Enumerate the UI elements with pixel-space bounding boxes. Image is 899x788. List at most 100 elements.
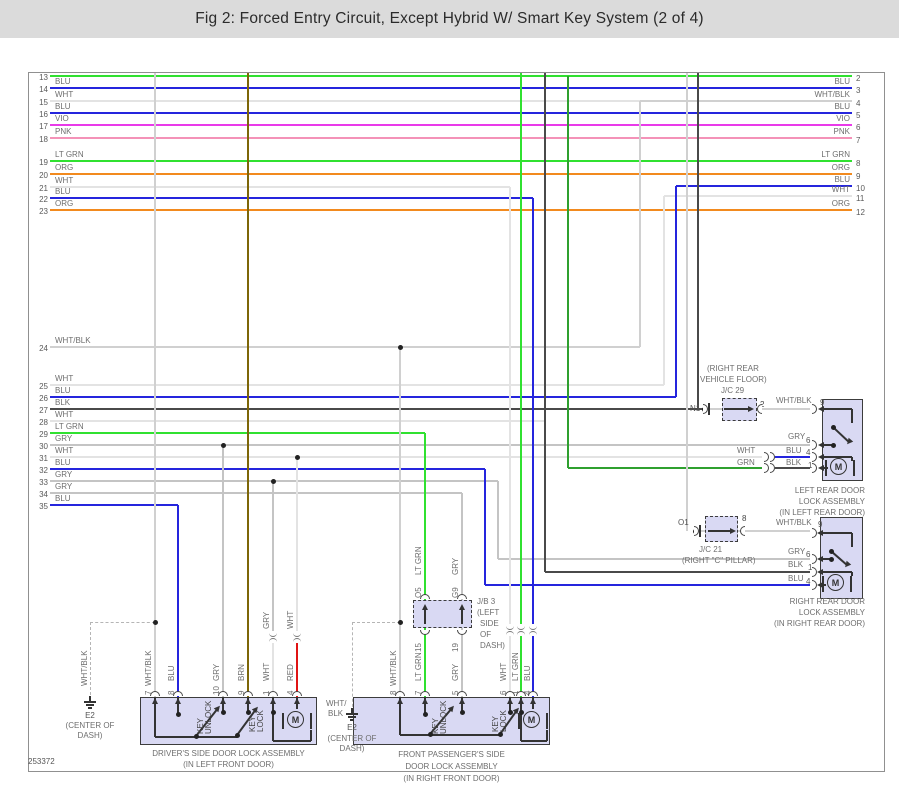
diagram-reference-number: 253372: [28, 757, 55, 766]
pin-arrow: [529, 698, 536, 704]
pin-arrow: [818, 405, 824, 412]
wire-color-label: GRY: [55, 434, 73, 443]
pin-arrow: [818, 441, 824, 448]
connector-arc: [505, 691, 515, 696]
wire-color-label: LT GRN: [55, 422, 84, 431]
wire-color-label: GRY: [55, 482, 73, 491]
wire-segment: [697, 73, 699, 409]
diagram-label: 4: [806, 448, 811, 457]
wire-color-label: ORG: [55, 163, 74, 172]
edge-pin-number: 11: [856, 194, 865, 203]
connector-arc: [757, 404, 762, 414]
wire-color-label: WHT: [55, 374, 74, 383]
wire-segment: [50, 124, 852, 126]
rotated-wire-label: BLU: [523, 665, 532, 681]
wire-segment: [50, 173, 852, 175]
wire-color-label: PNK: [55, 127, 72, 136]
wire-segment: [222, 445, 224, 697]
wire-segment: [50, 468, 485, 470]
junction-dot: [234, 732, 240, 738]
wire-color-label: ORG: [831, 163, 850, 172]
wire-segment: [664, 195, 852, 197]
wire-color-label: VIO: [836, 114, 850, 123]
pin-arrow: [174, 698, 181, 704]
edge-pin-number: 15: [39, 98, 48, 107]
wire-segment: [775, 467, 810, 469]
edge-pin-number: 10: [856, 184, 865, 193]
pin-arrow: [151, 698, 158, 704]
wire-segment: [50, 384, 664, 386]
wire-segment: [50, 197, 533, 199]
rotated-wire-label: GRY: [451, 557, 460, 575]
wire-segment: [50, 456, 762, 458]
wire-color-label: WHT: [55, 446, 74, 455]
edge-pin-number: 14: [39, 85, 48, 94]
pin-arrow: [517, 698, 524, 704]
wire-segment: [461, 493, 463, 600]
wire-segment: [568, 467, 762, 469]
wire-segment: [822, 408, 852, 410]
rotated-wire-label: GRY: [451, 663, 460, 681]
diagram-label: (IN LEFT FRONT DOOR): [183, 760, 274, 769]
pin-arrow: [458, 698, 465, 704]
edge-pin-number: 7: [856, 136, 861, 145]
ground-wire-dashed: [352, 622, 400, 623]
diagram-label: LOCK ASSEMBLY: [798, 497, 865, 506]
junction-dot: [220, 442, 226, 448]
edge-pin-number: 5: [856, 111, 861, 120]
wire-segment: [50, 444, 810, 446]
diagram-label: 9: [818, 520, 823, 529]
connector-arc: [218, 691, 228, 696]
junction-dot: [497, 731, 503, 737]
rotated-wire-label: RED: [286, 664, 295, 681]
diagram-label: (IN RIGHT REAR DOOR): [774, 619, 865, 628]
wire-segment: [520, 712, 522, 741]
wire-segment: [699, 525, 701, 537]
wire-segment: [851, 533, 853, 547]
diagram-label: BLU: [788, 574, 804, 583]
diagram-label: GRN: [737, 458, 755, 467]
edge-pin-number: 34: [39, 490, 48, 499]
rotated-wire-label: WHT/BLK: [144, 650, 153, 686]
junction-dot: [193, 733, 199, 739]
wire-color-label: VIO: [55, 114, 69, 123]
edge-pin-number: 9: [856, 172, 861, 181]
diagram-label: DASH): [480, 641, 505, 650]
wire-segment: [50, 504, 178, 506]
wire-color-label: ORG: [55, 199, 74, 208]
junction-dot: [220, 709, 226, 715]
edge-pin-number: 35: [39, 502, 48, 511]
connector-arc: [243, 691, 253, 696]
diagram-label: N1: [690, 404, 701, 413]
edge-pin-number: 27: [39, 406, 48, 415]
wire-segment: [484, 469, 486, 585]
wire-color-label: BLU: [55, 386, 71, 395]
figure-title-bar: Fig 2: Forced Entry Circuit, Except Hybr…: [0, 0, 899, 38]
wire-segment: [708, 530, 730, 532]
diagram-label: (IN RIGHT FRONT DOOR): [403, 774, 500, 783]
wire-color-label: WHT: [55, 176, 74, 185]
pin-arrow: [244, 698, 251, 704]
pin-arrow: [818, 464, 824, 471]
diagram-label: O1: [678, 518, 689, 527]
connector-arc: [420, 594, 430, 599]
pin-arrow: [817, 555, 823, 562]
diagram-label: (RIGHT REAR: [707, 364, 759, 373]
diagram-label: E2: [347, 723, 357, 732]
wire-segment: [50, 396, 676, 398]
rotated-wire-label: WHT/BLK: [389, 650, 398, 686]
wire-segment: [461, 628, 463, 697]
rotated-wire-label: BLU: [167, 665, 176, 681]
rotated-wire-label: GRY: [262, 611, 271, 629]
junction-dot: [830, 442, 836, 448]
wire-segment: [399, 347, 401, 697]
rotated-wire-label: WHT: [262, 662, 271, 681]
wire-color-label: WHT: [831, 185, 850, 194]
wire-color-label: GRY: [55, 470, 73, 479]
edge-pin-number: 29: [39, 430, 48, 439]
wire-color-label: WHT: [55, 410, 74, 419]
rotated-wire-label: UNLOCK: [204, 700, 213, 734]
pin-arrow: [458, 604, 465, 610]
diagram-label: J/C 21: [699, 545, 723, 554]
inline-connector-break: [528, 624, 538, 636]
